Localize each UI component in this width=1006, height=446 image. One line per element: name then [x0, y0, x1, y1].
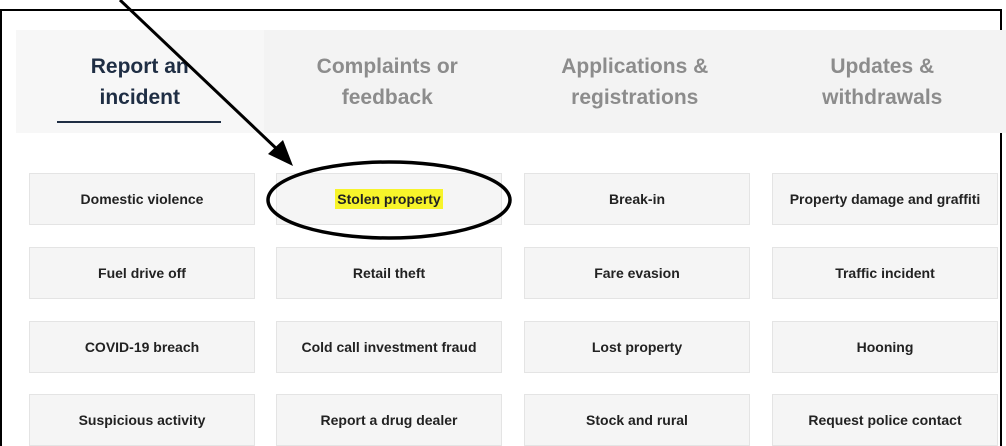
button-label: Report a drug dealer — [320, 412, 458, 428]
incident-button-cold-call-fraud[interactable]: Cold call investment fraud — [276, 321, 502, 373]
incident-type-grid: Domestic violence Stolen property Break-… — [0, 0, 1006, 446]
button-label: Request police contact — [808, 412, 962, 428]
incident-button-break-in[interactable]: Break-in — [524, 173, 750, 225]
incident-button-fuel-drive-off[interactable]: Fuel drive off — [29, 247, 255, 299]
button-label: Fuel drive off — [98, 265, 186, 281]
incident-button-report-drug-dealer[interactable]: Report a drug dealer — [276, 394, 502, 446]
button-label: Lost property — [591, 339, 683, 355]
incident-button-hooning[interactable]: Hooning — [772, 321, 998, 373]
button-label: Domestic violence — [80, 191, 204, 207]
button-label: Stock and rural — [586, 412, 688, 428]
incident-button-lost-property[interactable]: Lost property — [524, 321, 750, 373]
incident-button-retail-theft[interactable]: Retail theft — [276, 247, 502, 299]
button-label: COVID-19 breach — [84, 339, 200, 355]
incident-button-property-damage[interactable]: Property damage and graffiti — [772, 173, 998, 225]
incident-button-suspicious-activity[interactable]: Suspicious activity — [29, 394, 255, 446]
button-label: Traffic incident — [835, 265, 935, 281]
button-label: Cold call investment fraud — [301, 339, 477, 355]
button-label-highlighted: Stolen property — [335, 189, 443, 209]
incident-button-request-police-contact[interactable]: Request police contact — [772, 394, 998, 446]
incident-button-fare-evasion[interactable]: Fare evasion — [524, 247, 750, 299]
incident-button-stock-and-rural[interactable]: Stock and rural — [524, 394, 750, 446]
button-label: Fare evasion — [594, 265, 680, 281]
button-label: Property damage and graffiti — [789, 191, 981, 207]
button-label: Suspicious activity — [78, 412, 206, 428]
button-label: Hooning — [856, 339, 914, 355]
incident-button-stolen-property[interactable]: Stolen property — [276, 173, 502, 225]
button-label: Break-in — [608, 191, 666, 207]
button-label: Retail theft — [352, 265, 426, 281]
incident-button-traffic-incident[interactable]: Traffic incident — [772, 247, 998, 299]
incident-button-domestic-violence[interactable]: Domestic violence — [29, 173, 255, 225]
incident-button-covid-breach[interactable]: COVID-19 breach — [29, 321, 255, 373]
